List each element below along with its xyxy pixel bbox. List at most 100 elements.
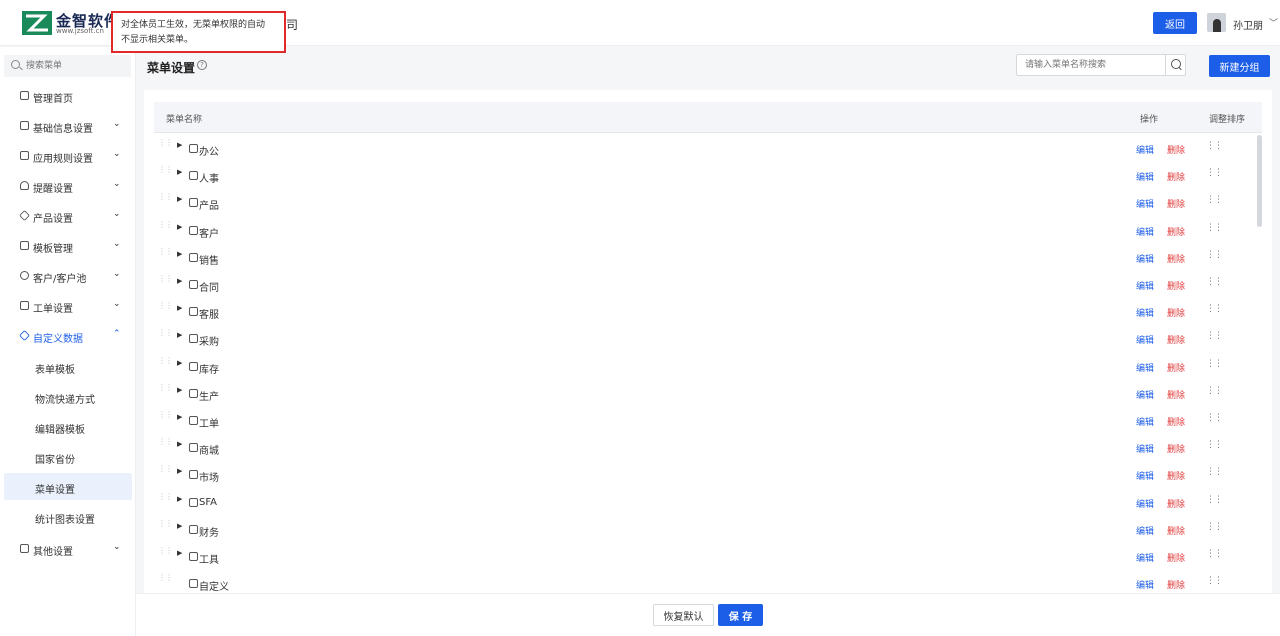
delete-link[interactable]: 删除 (1167, 225, 1185, 238)
drag-handle-icon[interactable]: ⋮⋮ (158, 247, 173, 256)
sidebar-item-home[interactable]: 管理首页 (0, 81, 136, 111)
drag-handle-icon[interactable]: ⋮⋮ (158, 356, 173, 365)
edit-link[interactable]: 编辑 (1136, 170, 1154, 183)
menu-search-input[interactable] (1025, 58, 1165, 72)
sidebar-item-reminders[interactable]: 提醒设置 ⌄ (0, 171, 136, 201)
delete-link[interactable]: 删除 (1167, 279, 1185, 292)
expand-arrow-icon[interactable]: ▶ (177, 359, 182, 367)
edit-link[interactable]: 编辑 (1136, 333, 1154, 346)
sort-handle-icon[interactable]: ⋮⋮ (1206, 495, 1223, 505)
expand-arrow-icon[interactable]: ▶ (177, 168, 182, 176)
expand-arrow-icon[interactable]: ▶ (177, 386, 182, 394)
drag-handle-icon[interactable]: ⋮⋮ (158, 546, 173, 555)
save-button[interactable]: 保 存 (718, 604, 763, 626)
sort-handle-icon[interactable]: ⋮⋮ (1206, 440, 1223, 450)
sort-handle-icon[interactable]: ⋮⋮ (1206, 467, 1223, 477)
expand-arrow-icon[interactable]: ▶ (177, 195, 182, 203)
delete-link[interactable]: 删除 (1167, 469, 1185, 482)
sidebar-item-customers[interactable]: 客户/客户池 ⌄ (0, 261, 136, 291)
expand-arrow-icon[interactable]: ▶ (177, 277, 182, 285)
delete-link[interactable]: 删除 (1167, 197, 1185, 210)
expand-arrow-icon[interactable]: ▶ (177, 223, 182, 231)
sidebar-item-basic-info[interactable]: 基础信息设置 ⌄ (0, 111, 136, 141)
delete-link[interactable]: 删除 (1167, 306, 1185, 319)
drag-handle-icon[interactable]: ⋮⋮ (158, 464, 173, 473)
edit-link[interactable]: 编辑 (1136, 225, 1154, 238)
delete-link[interactable]: 删除 (1167, 524, 1185, 537)
sidebar-subitem-chart-settings[interactable]: 统计图表设置 (4, 503, 132, 530)
drag-handle-icon[interactable]: ⋮⋮ (158, 519, 173, 528)
menu-search[interactable] (1016, 54, 1186, 76)
sidebar-subitem-form-templates[interactable]: 表单模板 (4, 353, 132, 380)
delete-link[interactable]: 删除 (1167, 252, 1185, 265)
user-name[interactable]: 孙卫朋 (1233, 17, 1263, 32)
expand-arrow-icon[interactable]: ▶ (177, 467, 182, 475)
sidebar-search[interactable] (4, 55, 131, 77)
avatar[interactable] (1207, 13, 1226, 32)
sort-handle-icon[interactable]: ⋮⋮ (1206, 141, 1223, 151)
sort-handle-icon[interactable]: ⋮⋮ (1206, 331, 1223, 341)
drag-handle-icon[interactable]: ⋮⋮ (158, 328, 173, 337)
expand-arrow-icon[interactable]: ▶ (177, 331, 182, 339)
sort-handle-icon[interactable]: ⋮⋮ (1206, 359, 1223, 369)
expand-arrow-icon[interactable]: ▶ (177, 522, 182, 530)
reset-default-button[interactable]: 恢复默认 (653, 604, 714, 626)
scrollbar[interactable] (1257, 135, 1262, 227)
drag-handle-icon[interactable]: ⋮⋮ (158, 138, 173, 147)
edit-link[interactable]: 编辑 (1136, 361, 1154, 374)
sort-handle-icon[interactable]: ⋮⋮ (1206, 549, 1223, 559)
chevron-down-icon[interactable]: ﹀ (1269, 16, 1278, 29)
drag-handle-icon[interactable]: ⋮⋮ (158, 492, 173, 501)
edit-link[interactable]: 编辑 (1136, 415, 1154, 428)
expand-arrow-icon[interactable]: ▶ (177, 141, 182, 149)
edit-link[interactable]: 编辑 (1136, 469, 1154, 482)
sidebar-search-input[interactable] (26, 58, 126, 74)
expand-arrow-icon[interactable]: ▶ (177, 304, 182, 312)
sidebar-subitem-editor-templates[interactable]: 编辑器模板 (4, 413, 132, 440)
delete-link[interactable]: 删除 (1167, 442, 1185, 455)
back-button[interactable]: 返回 (1153, 12, 1197, 34)
sort-handle-icon[interactable]: ⋮⋮ (1206, 195, 1223, 205)
drag-handle-icon[interactable]: ⋮⋮ (158, 220, 173, 229)
delete-link[interactable]: 删除 (1167, 497, 1185, 510)
delete-link[interactable]: 删除 (1167, 361, 1185, 374)
edit-link[interactable]: 编辑 (1136, 252, 1154, 265)
help-icon[interactable]: ? (197, 60, 207, 70)
edit-link[interactable]: 编辑 (1136, 143, 1154, 156)
delete-link[interactable]: 删除 (1167, 170, 1185, 183)
edit-link[interactable]: 编辑 (1136, 524, 1154, 537)
drag-handle-icon[interactable]: ⋮⋮ (158, 274, 173, 283)
new-group-button[interactable]: 新建分组 (1209, 55, 1270, 77)
drag-handle-icon[interactable]: ⋮⋮ (158, 437, 173, 446)
edit-link[interactable]: 编辑 (1136, 551, 1154, 564)
sort-handle-icon[interactable]: ⋮⋮ (1206, 223, 1223, 233)
edit-link[interactable]: 编辑 (1136, 279, 1154, 292)
drag-handle-icon[interactable]: ⋮⋮ (158, 192, 173, 201)
drag-handle-icon[interactable]: ⋮⋮ (158, 165, 173, 174)
sidebar-subitem-menu-settings[interactable]: 菜单设置 (4, 473, 132, 500)
search-icon[interactable] (1165, 55, 1185, 75)
delete-link[interactable]: 删除 (1167, 415, 1185, 428)
sidebar-item-tickets[interactable]: 工单设置 ⌄ (0, 291, 136, 321)
expand-arrow-icon[interactable]: ▶ (177, 495, 182, 503)
edit-link[interactable]: 编辑 (1136, 497, 1154, 510)
delete-link[interactable]: 删除 (1167, 143, 1185, 156)
drag-handle-icon[interactable]: ⋮⋮ (158, 573, 173, 582)
expand-arrow-icon[interactable]: ▶ (177, 413, 182, 421)
delete-link[interactable]: 删除 (1167, 333, 1185, 346)
sidebar-item-app-rules[interactable]: 应用规则设置 ⌄ (0, 141, 136, 171)
delete-link[interactable]: 删除 (1167, 551, 1185, 564)
drag-handle-icon[interactable]: ⋮⋮ (158, 301, 173, 310)
drag-handle-icon[interactable]: ⋮⋮ (158, 410, 173, 419)
sort-handle-icon[interactable]: ⋮⋮ (1206, 277, 1223, 287)
sort-handle-icon[interactable]: ⋮⋮ (1206, 413, 1223, 423)
sidebar-item-custom-data[interactable]: 自定义数据 ⌃ (0, 321, 136, 351)
sort-handle-icon[interactable]: ⋮⋮ (1206, 576, 1223, 586)
expand-arrow-icon[interactable]: ▶ (177, 549, 182, 557)
sort-handle-icon[interactable]: ⋮⋮ (1206, 250, 1223, 260)
delete-link[interactable]: 删除 (1167, 388, 1185, 401)
sidebar-subitem-logistics[interactable]: 物流快递方式 (4, 383, 132, 410)
sort-handle-icon[interactable]: ⋮⋮ (1206, 168, 1223, 178)
drag-handle-icon[interactable]: ⋮⋮ (158, 383, 173, 392)
sort-handle-icon[interactable]: ⋮⋮ (1206, 304, 1223, 314)
